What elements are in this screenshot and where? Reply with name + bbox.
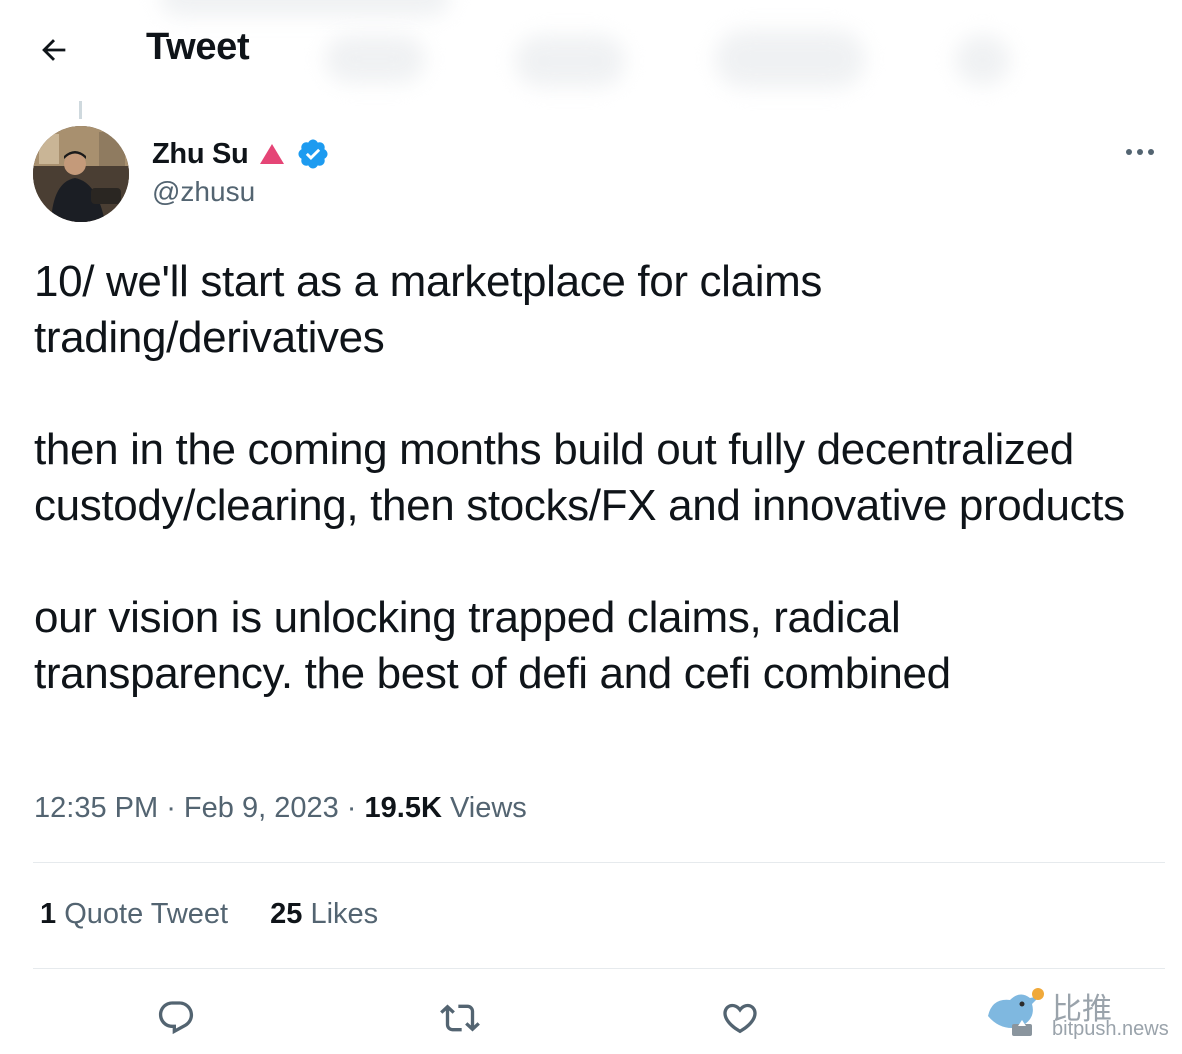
separator-dot: · bbox=[166, 792, 184, 824]
more-options-button[interactable] bbox=[1120, 138, 1160, 166]
views-label: Views bbox=[449, 792, 527, 824]
retweet-icon bbox=[440, 1004, 480, 1032]
bird-logo-icon bbox=[988, 988, 1044, 1036]
avatar-photo bbox=[33, 126, 129, 222]
quote-label: Quote Tweet bbox=[64, 898, 229, 930]
more-horizontal-icon bbox=[1126, 149, 1154, 155]
tweet-date[interactable]: Feb 9, 2023 bbox=[184, 792, 339, 824]
page-title: Tweet bbox=[146, 26, 250, 68]
tweet-header: Tweet bbox=[0, 0, 1182, 100]
likes-label: Likes bbox=[310, 898, 379, 930]
display-name[interactable]: Zhu Su bbox=[152, 138, 249, 171]
author-handle[interactable]: @zhusu bbox=[152, 176, 255, 208]
likes-stat[interactable]: 25 Likes bbox=[270, 898, 378, 931]
tweet-paragraph: 10/ we'll start as a marketplace for cla… bbox=[34, 257, 823, 362]
like-button[interactable] bbox=[716, 994, 764, 1042]
back-button[interactable] bbox=[30, 26, 78, 74]
red-triangle-icon bbox=[260, 144, 285, 164]
watermark: 比推 bitpush.news bbox=[982, 982, 1172, 1046]
reply-button[interactable] bbox=[152, 994, 200, 1042]
retweet-button[interactable] bbox=[436, 994, 484, 1042]
arrow-left-icon bbox=[42, 39, 66, 61]
verified-badge-icon bbox=[298, 139, 328, 169]
quote-tweets-stat[interactable]: 1 Quote Tweet bbox=[40, 898, 228, 931]
like-icon bbox=[723, 1003, 757, 1034]
views-count: 19.5K bbox=[364, 792, 442, 824]
avatar[interactable] bbox=[33, 126, 129, 222]
divider bbox=[33, 862, 1165, 863]
thread-connector-line bbox=[79, 101, 82, 119]
separator-dot: · bbox=[346, 792, 365, 824]
tweet-time[interactable]: 12:35 PM bbox=[34, 792, 158, 824]
author-name-row: Zhu Su bbox=[152, 134, 330, 174]
tweet-paragraph: then in the coming months build out full… bbox=[34, 425, 1125, 530]
reply-icon bbox=[158, 1001, 194, 1035]
divider bbox=[33, 968, 1165, 969]
engagement-stats: 1 Quote Tweet 25 Likes bbox=[40, 898, 378, 931]
tweet-metadata: 12:35 PM · Feb 9, 2023 · 19.5K Views bbox=[34, 792, 527, 825]
watermark-domain: bitpush.news bbox=[1052, 1018, 1169, 1040]
tweet-paragraph: our vision is unlocking trapped claims, … bbox=[34, 593, 951, 698]
likes-count: 25 bbox=[270, 898, 303, 930]
tweet-text: 10/ we'll start as a marketplace for cla… bbox=[34, 254, 1154, 702]
quote-count: 1 bbox=[40, 898, 57, 930]
